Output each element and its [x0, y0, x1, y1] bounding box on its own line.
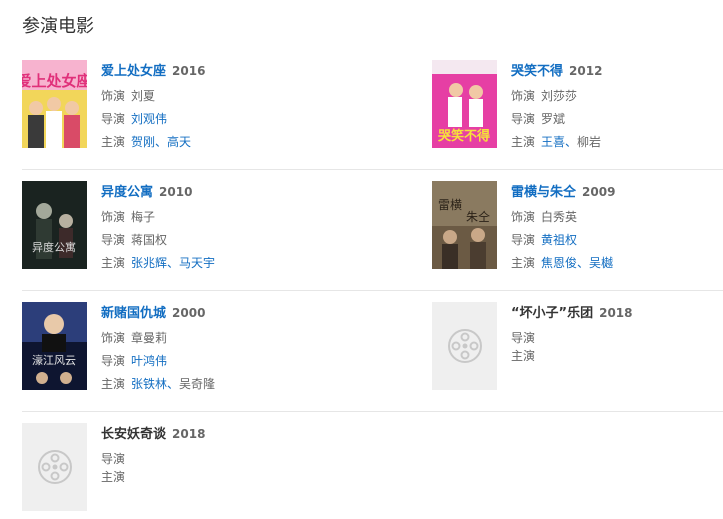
film-card-kuxiao[interactable]: 哭笑不得 哭笑不得 2012 饰演 刘莎莎 导演 罗斌 主演 王喜、柳岩: [432, 60, 722, 150]
role-value: 刘夏: [131, 89, 156, 103]
svg-text:雷横: 雷横: [438, 198, 462, 212]
director-label: 导演: [101, 112, 126, 126]
svg-text:爱上处女座: 爱上处女座: [22, 72, 87, 90]
star-link[interactable]: 贺刚: [131, 135, 155, 149]
star-link[interactable]: 高天: [167, 135, 191, 149]
film-poster[interactable]: 爱上处女座: [22, 60, 87, 148]
starring-label: 主演: [511, 349, 536, 363]
director-label: 导演: [101, 233, 126, 247]
role-label: 饰演: [101, 331, 126, 345]
film-year: 2016: [172, 64, 206, 78]
row-divider: [22, 169, 723, 170]
film-poster[interactable]: 濠江风云: [22, 302, 87, 390]
film-title: “坏小子”乐团: [511, 306, 594, 321]
film-title-link[interactable]: 新赌国仇城: [101, 306, 166, 321]
starring-label: 主演: [101, 470, 126, 484]
starring-label: 主演: [511, 135, 536, 149]
film-title-link[interactable]: 哭笑不得: [511, 64, 563, 79]
director-label: 导演: [511, 331, 536, 345]
film-poster-placeholder[interactable]: [432, 302, 497, 390]
film-year: 2018: [599, 306, 633, 320]
star-link[interactable]: 张兆辉: [131, 256, 167, 270]
starring-label: 主演: [101, 135, 126, 149]
svg-text:濠江风云: 濠江风云: [32, 353, 76, 367]
film-year: 2000: [172, 306, 206, 320]
film-card-changan[interactable]: 长安妖奇谈 2018 导演 主演: [22, 423, 312, 513]
role-value: 章曼莉: [131, 331, 168, 345]
star-link[interactable]: 马天宇: [179, 256, 215, 270]
star-link[interactable]: 吴樾: [589, 256, 613, 270]
film-card-yidu[interactable]: 异度公寓 异度公寓 2010 饰演 梅子 导演 蒋国权 主演 张兆辉、马天宇: [22, 181, 312, 271]
row-divider: [22, 290, 723, 291]
director-link[interactable]: 黄祖权: [541, 233, 577, 247]
film-year: 2009: [582, 185, 616, 199]
role-label: 饰演: [101, 210, 126, 224]
film-poster[interactable]: 异度公寓: [22, 181, 87, 269]
role-label: 饰演: [101, 89, 126, 103]
section-title: 参演电影: [22, 16, 94, 37]
svg-text:异度公寓: 异度公寓: [32, 240, 76, 254]
director-value: 罗斌: [541, 112, 566, 126]
director-label: 导演: [511, 233, 536, 247]
role-value: 刘莎莎: [541, 89, 578, 103]
star-link[interactable]: 王喜: [541, 135, 565, 149]
film-year: 2018: [172, 427, 206, 441]
role-value: 白秀英: [541, 210, 578, 224]
starring-label: 主演: [101, 256, 126, 270]
director-link[interactable]: 刘观伟: [131, 112, 167, 126]
film-title-link[interactable]: 异度公寓: [101, 185, 153, 200]
director-label: 导演: [511, 112, 536, 126]
director-label: 导演: [101, 354, 126, 368]
film-title: 长安妖奇谈: [101, 427, 167, 442]
starring-label: 主演: [511, 256, 536, 270]
svg-text:朱仝: 朱仝: [466, 210, 490, 224]
director-value: 蒋国权: [131, 233, 168, 247]
star-value: 吴奇隆: [179, 377, 216, 391]
film-title-link[interactable]: 雷横与朱仝: [511, 185, 576, 200]
director-label: 导演: [101, 452, 126, 466]
role-label: 饰演: [511, 89, 536, 103]
row-divider: [22, 411, 723, 412]
film-poster-placeholder[interactable]: [22, 423, 87, 511]
starring-label: 主演: [101, 377, 126, 391]
svg-text:哭笑不得: 哭笑不得: [437, 128, 490, 144]
film-reel-icon: [447, 329, 482, 363]
film-year: 2010: [159, 185, 193, 199]
film-reel-icon: [37, 450, 72, 484]
star-link[interactable]: 张铁林: [131, 377, 167, 391]
film-poster[interactable]: 雷横 朱仝: [432, 181, 497, 269]
film-card-xindu[interactable]: 濠江风云 新赌国仇城 2000 饰演 章曼莉 导演 叶鸿伟 主演 张铁林、吴奇隆: [22, 302, 312, 392]
film-year: 2012: [569, 64, 603, 78]
film-card-leiheng[interactable]: 雷横 朱仝 雷横与朱仝 2009 饰演 白秀英 导演 黄祖权 主演 焦恩俊、吴樾: [432, 181, 722, 271]
film-card-huaixiaozi[interactable]: “坏小子”乐团 2018 导演 主演: [432, 302, 722, 392]
star-link[interactable]: 焦恩俊: [541, 256, 577, 270]
film-poster[interactable]: 哭笑不得: [432, 60, 497, 148]
role-value: 梅子: [131, 210, 156, 224]
star-value: 柳岩: [577, 135, 602, 149]
role-label: 饰演: [511, 210, 536, 224]
director-link[interactable]: 叶鸿伟: [131, 354, 167, 368]
film-card-aishang[interactable]: 爱上处女座 爱上处女座 2016 饰演 刘夏 导演 刘观伟 主演 贺刚、高天: [22, 60, 312, 150]
film-title-link[interactable]: 爱上处女座: [101, 64, 166, 79]
